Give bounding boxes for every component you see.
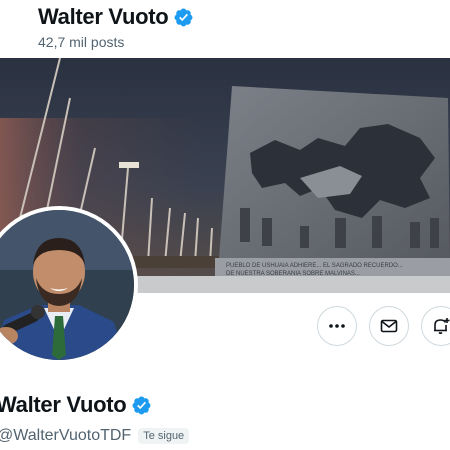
verified-badge-icon <box>132 396 151 414</box>
profile-display-name: Walter Vuoto <box>0 392 127 417</box>
avatar-photo <box>0 210 134 360</box>
more-dots-icon <box>329 324 345 328</box>
profile-name-row: Walter Vuoto <box>0 392 152 418</box>
verified-badge-icon <box>174 8 193 26</box>
posts-count: 42,7 mil posts <box>38 34 125 50</box>
more-options-button[interactable] <box>317 306 357 346</box>
header-name-row: Walter Vuoto <box>38 4 194 30</box>
profile-handle: @WalterVuotoTDF <box>0 427 132 444</box>
header-display-name: Walter Vuoto <box>38 4 169 29</box>
profile-header-bar: Walter Vuoto 42,7 mil posts <box>0 0 450 58</box>
envelope-icon <box>380 319 398 333</box>
notifications-button[interactable] <box>421 306 450 346</box>
monument-inscription: PUEBLO DE USHUAIA ADHIERE... EL SAGRADO … <box>226 263 403 269</box>
follows-you-badge: Te sigue <box>138 428 190 444</box>
message-button[interactable] <box>369 306 409 346</box>
handle-row: @WalterVuotoTDF Te sigue <box>0 425 190 447</box>
bell-plus-icon <box>434 318 450 335</box>
